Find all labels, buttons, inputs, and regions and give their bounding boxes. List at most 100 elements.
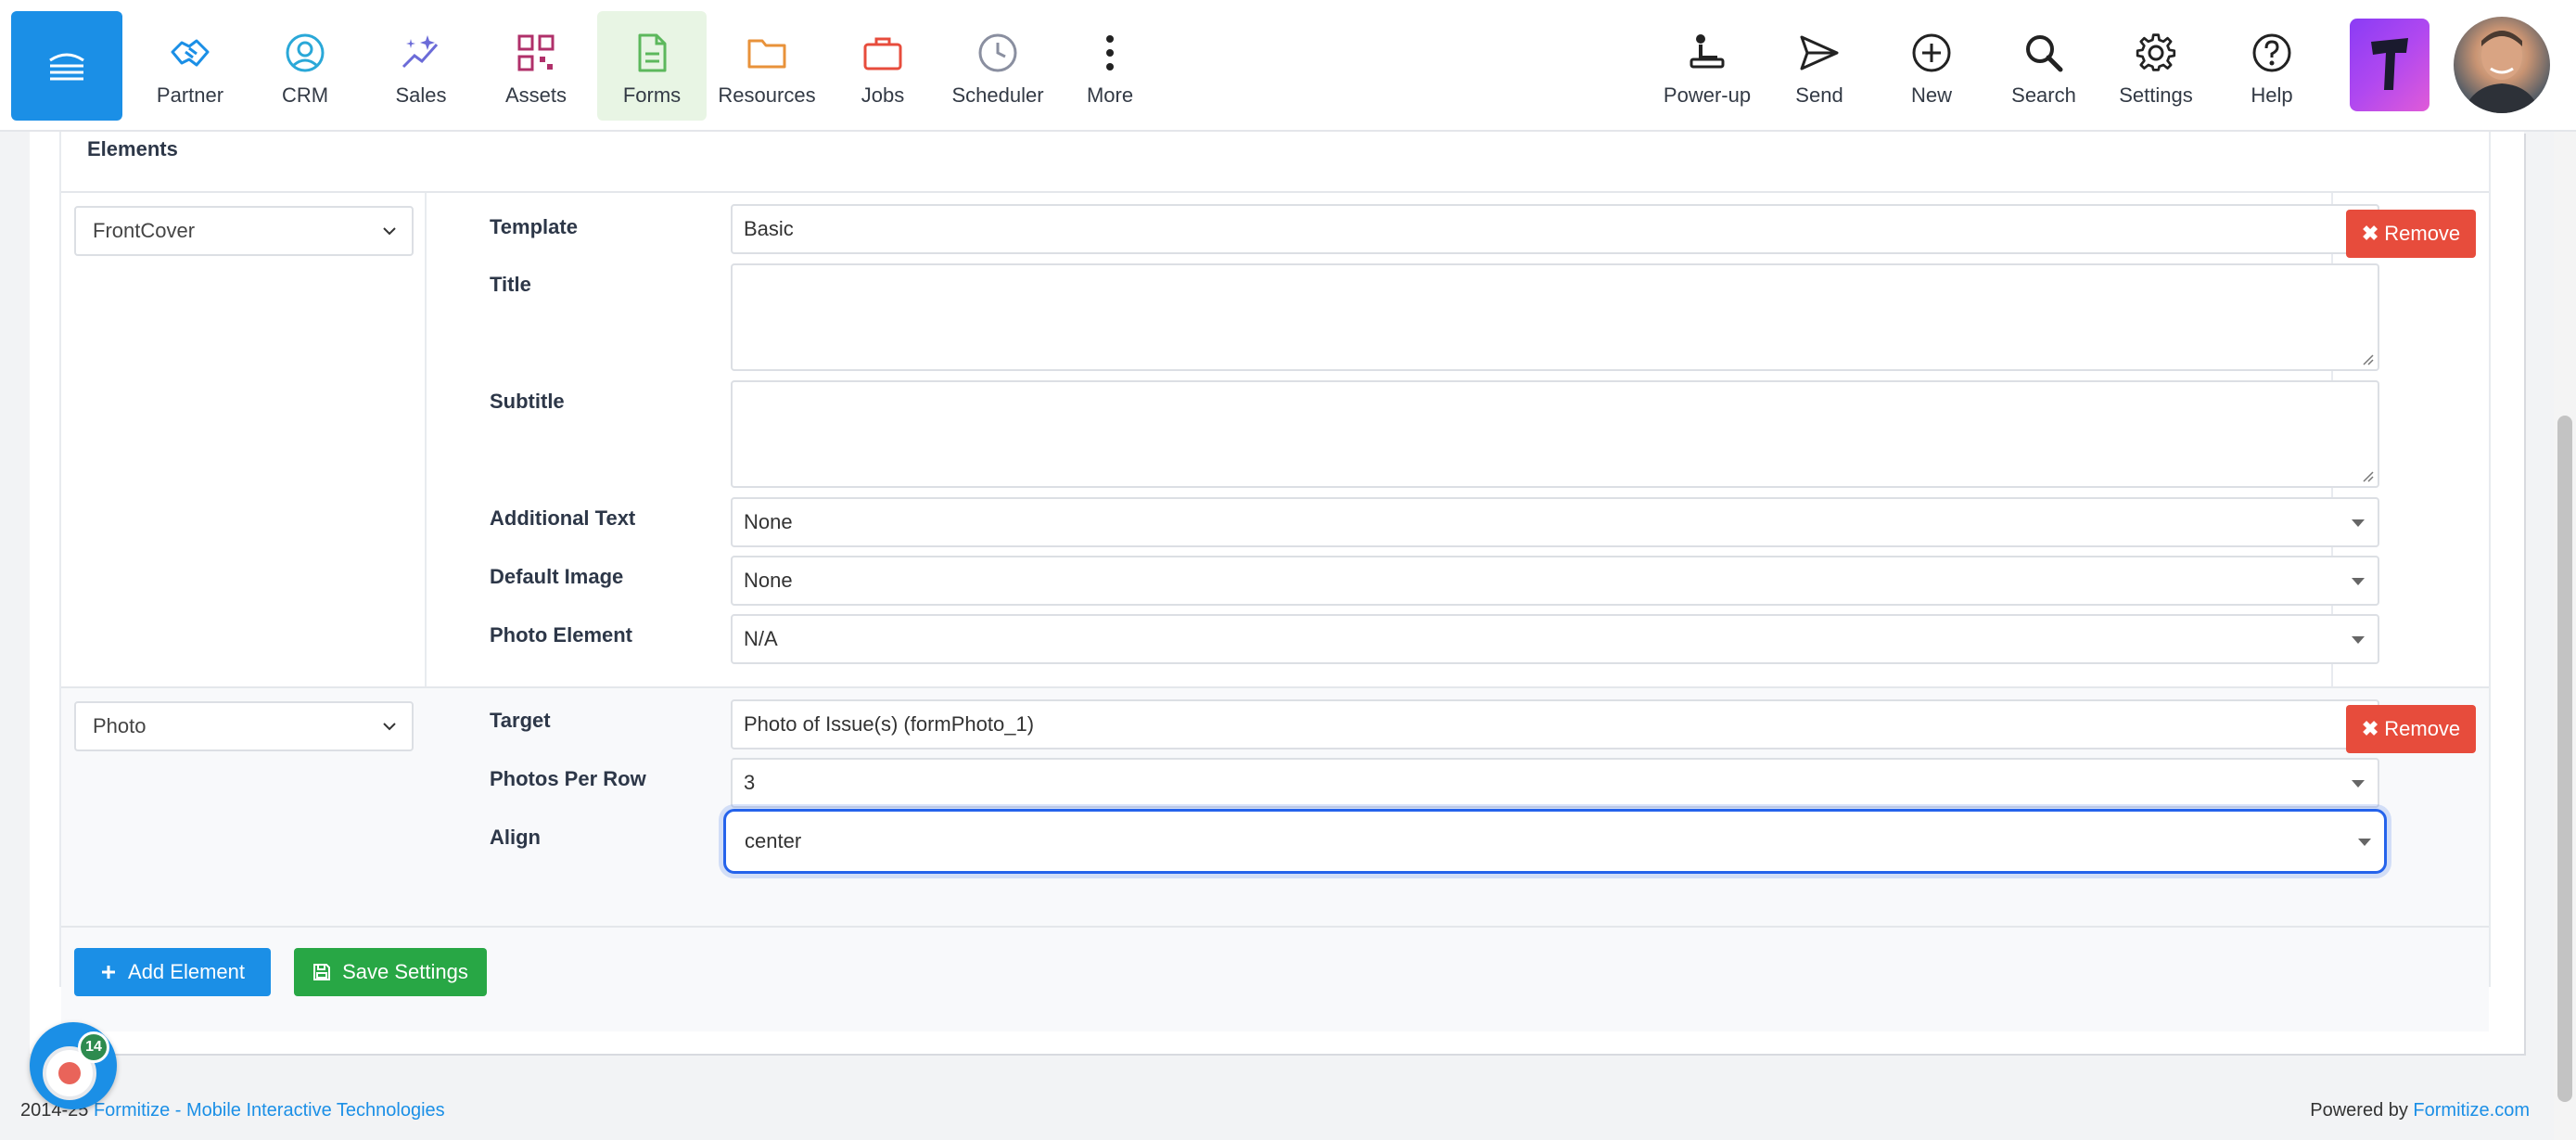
scrollbar-thumb[interactable] [2557, 416, 2572, 1102]
paper-plane-icon [1800, 35, 1839, 70]
caret-down-icon [2352, 636, 2365, 644]
photo-element-select[interactable]: N/A [731, 614, 2379, 664]
additional-text-label: Additional Text [490, 506, 636, 530]
remove-frontcover-button[interactable]: ✖ Remove [2346, 210, 2476, 258]
actions-bar: Add Element Save Settings [61, 928, 2489, 1031]
save-settings-button[interactable]: Save Settings [294, 948, 487, 996]
photos-per-row-value: 3 [744, 771, 756, 794]
subtitle-label: Subtitle [490, 390, 565, 413]
remove-label: Remove [2384, 222, 2461, 245]
nav-label: Partner [156, 83, 224, 107]
elements-panel: Elements FrontCover Template Basic Title… [59, 132, 2491, 1031]
additional-text-select[interactable]: None [731, 497, 2379, 547]
template-value: Basic [744, 217, 794, 240]
additional-text-value: None [744, 510, 793, 533]
nav-sales[interactable]: Sales [366, 11, 476, 121]
nav-label: More [1086, 83, 1134, 107]
util-label: Send [1795, 83, 1843, 107]
user-circle-icon [286, 33, 325, 72]
send-button[interactable]: Send [1765, 11, 1874, 121]
target-select[interactable]: Photo of Issue(s) (formPhoto_1) [731, 699, 2379, 749]
powered-by-prefix: Powered by [2310, 1100, 2414, 1121]
caret-down-icon [2352, 780, 2365, 788]
default-image-label: Default Image [490, 565, 624, 588]
document-icon [638, 33, 667, 72]
target-value: Photo of Issue(s) (formPhoto_1) [744, 712, 1035, 736]
align-value: center [745, 829, 802, 852]
chevron-down-icon [383, 723, 396, 731]
kebab-icon [1106, 35, 1114, 70]
nav-resources[interactable]: Resources [712, 11, 822, 121]
sparkle-chart-icon [402, 35, 439, 69]
util-label: Help [2251, 83, 2293, 107]
element-type-value: Photo [93, 714, 147, 737]
power-up-button[interactable]: Power-up [1652, 11, 1762, 121]
util-label: New [1910, 83, 1952, 107]
element-type-select[interactable]: FrontCover [74, 206, 414, 256]
help-circle-icon [2252, 33, 2291, 72]
nav-forms[interactable]: Forms [597, 11, 707, 121]
plus-icon [102, 966, 116, 979]
user-photo-icon [2463, 31, 2541, 113]
nav-more[interactable]: More [1055, 11, 1165, 121]
settings-button[interactable]: Settings [2101, 11, 2211, 121]
tile-app-button[interactable] [2350, 19, 2429, 111]
nav-crm[interactable]: CRM [250, 11, 360, 121]
qr-code-icon [517, 34, 555, 71]
template-select[interactable]: Basic [731, 204, 2379, 254]
nav-label: Jobs [861, 83, 905, 107]
help-button[interactable]: Help [2217, 11, 2327, 121]
align-select[interactable]: center [723, 809, 2387, 874]
default-image-select[interactable]: None [731, 556, 2379, 606]
resize-handle-icon[interactable] [2361, 352, 2374, 365]
remove-photo-button[interactable]: ✖ Remove [2346, 705, 2476, 753]
caret-down-icon [2352, 519, 2365, 527]
app-menu-button[interactable] [11, 11, 122, 121]
add-element-button[interactable]: Add Element [74, 948, 271, 996]
close-icon: ✖ [2361, 222, 2379, 245]
nav-label: Sales [395, 83, 447, 107]
photos-per-row-label: Photos Per Row [490, 767, 646, 790]
target-label: Target [490, 709, 551, 732]
powered-by-link[interactable]: Formitize.com [2413, 1100, 2530, 1121]
title-textarea[interactable] [731, 263, 2379, 371]
hammer-t-icon [2371, 38, 2408, 90]
handshake-icon [171, 39, 210, 67]
util-label: Settings [2119, 83, 2193, 107]
util-label: Power-up [1663, 83, 1752, 107]
photo-element-value: N/A [744, 627, 778, 650]
briefcase-icon [863, 37, 902, 70]
nav-partner[interactable]: Partner [135, 11, 245, 121]
nav-assets[interactable]: Assets [481, 11, 591, 121]
caret-down-icon [2358, 839, 2371, 846]
resize-handle-icon[interactable] [2361, 469, 2374, 482]
nav-label: CRM [281, 83, 329, 107]
company-link[interactable]: Formitize - Mobile Interactive Technolog… [94, 1100, 445, 1121]
new-button[interactable]: New [1877, 11, 1986, 121]
remove-label: Remove [2384, 717, 2461, 740]
avatar[interactable] [2454, 17, 2550, 113]
notification-badge: 14 [78, 1031, 109, 1063]
powered-by-text: Powered by Formitize.com [2310, 1100, 2530, 1121]
util-label: Search [2011, 83, 2076, 107]
nav-jobs[interactable]: Jobs [828, 11, 937, 121]
template-label: Template [490, 215, 578, 238]
photos-per-row-select[interactable]: 3 [731, 758, 2379, 808]
subtitle-textarea[interactable] [731, 380, 2379, 488]
elements-header: Elements [87, 137, 178, 160]
top-navigation: Partner CRM Sales Assets Forms Resources… [0, 0, 2576, 132]
nav-label: Forms [622, 83, 682, 107]
record-widget-button[interactable]: 14 [30, 1022, 117, 1109]
default-image-value: None [744, 569, 793, 592]
elements-header-row: Elements [61, 132, 2489, 193]
search-button[interactable]: Search [1989, 11, 2098, 121]
element-type-select[interactable]: Photo [74, 701, 414, 751]
nav-scheduler[interactable]: Scheduler [943, 11, 1052, 121]
close-icon: ✖ [2361, 717, 2379, 740]
nav-label: Scheduler [951, 83, 1044, 107]
element-section-photo: Photo Target Photo of Issue(s) (formPhot… [61, 688, 2489, 928]
plus-circle-icon [1912, 33, 1951, 72]
search-icon [2026, 35, 2063, 72]
power-up-icon [1690, 34, 1725, 69]
align-label: Align [490, 826, 541, 849]
